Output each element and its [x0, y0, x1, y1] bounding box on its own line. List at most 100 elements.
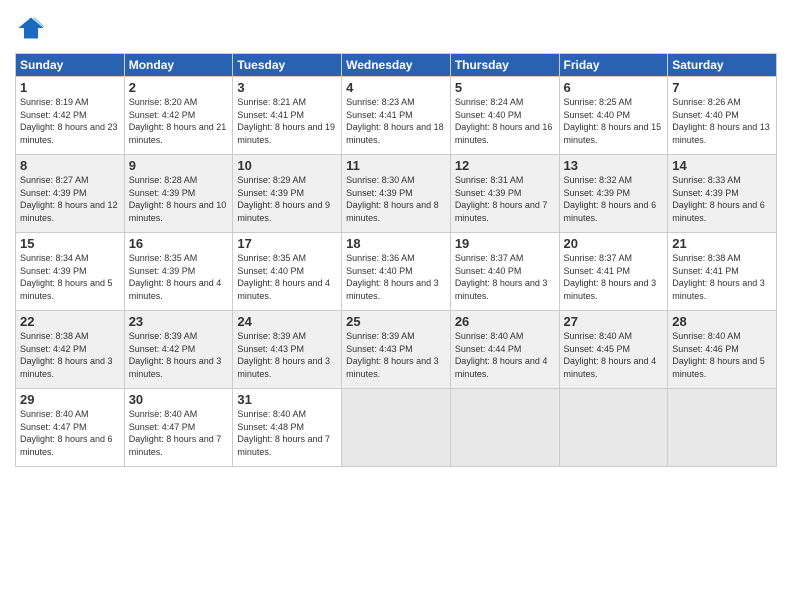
calendar-cell: 13 Sunrise: 8:32 AM Sunset: 4:39 PM Dayl…	[559, 155, 668, 233]
day-number: 23	[129, 314, 229, 329]
calendar-cell: 7 Sunrise: 8:26 AM Sunset: 4:40 PM Dayli…	[668, 77, 777, 155]
week-row-4: 22 Sunrise: 8:38 AM Sunset: 4:42 PM Dayl…	[16, 311, 777, 389]
day-header-monday: Monday	[124, 54, 233, 77]
day-info: Sunrise: 8:40 AM Sunset: 4:47 PM Dayligh…	[20, 408, 120, 458]
calendar-cell: 12 Sunrise: 8:31 AM Sunset: 4:39 PM Dayl…	[450, 155, 559, 233]
day-number: 16	[129, 236, 229, 251]
day-header-thursday: Thursday	[450, 54, 559, 77]
calendar-cell: 24 Sunrise: 8:39 AM Sunset: 4:43 PM Dayl…	[233, 311, 342, 389]
day-number: 22	[20, 314, 120, 329]
day-info: Sunrise: 8:35 AM Sunset: 4:40 PM Dayligh…	[237, 252, 337, 302]
day-info: Sunrise: 8:40 AM Sunset: 4:45 PM Dayligh…	[564, 330, 664, 380]
day-number: 18	[346, 236, 446, 251]
calendar-cell: 25 Sunrise: 8:39 AM Sunset: 4:43 PM Dayl…	[342, 311, 451, 389]
logo	[15, 14, 45, 47]
day-info: Sunrise: 8:33 AM Sunset: 4:39 PM Dayligh…	[672, 174, 772, 224]
logo-icon	[17, 14, 45, 42]
calendar-cell: 3 Sunrise: 8:21 AM Sunset: 4:41 PM Dayli…	[233, 77, 342, 155]
day-number: 19	[455, 236, 555, 251]
day-number: 10	[237, 158, 337, 173]
calendar-cell	[342, 389, 451, 467]
header	[15, 10, 777, 47]
day-info: Sunrise: 8:19 AM Sunset: 4:42 PM Dayligh…	[20, 96, 120, 146]
day-info: Sunrise: 8:30 AM Sunset: 4:39 PM Dayligh…	[346, 174, 446, 224]
calendar-cell: 1 Sunrise: 8:19 AM Sunset: 4:42 PM Dayli…	[16, 77, 125, 155]
calendar-cell: 30 Sunrise: 8:40 AM Sunset: 4:47 PM Dayl…	[124, 389, 233, 467]
calendar-header-row: SundayMondayTuesdayWednesdayThursdayFrid…	[16, 54, 777, 77]
day-info: Sunrise: 8:20 AM Sunset: 4:42 PM Dayligh…	[129, 96, 229, 146]
week-row-2: 8 Sunrise: 8:27 AM Sunset: 4:39 PM Dayli…	[16, 155, 777, 233]
calendar-cell: 16 Sunrise: 8:35 AM Sunset: 4:39 PM Dayl…	[124, 233, 233, 311]
day-info: Sunrise: 8:39 AM Sunset: 4:43 PM Dayligh…	[237, 330, 337, 380]
day-number: 13	[564, 158, 664, 173]
day-header-sunday: Sunday	[16, 54, 125, 77]
day-header-friday: Friday	[559, 54, 668, 77]
day-number: 17	[237, 236, 337, 251]
day-number: 20	[564, 236, 664, 251]
week-row-1: 1 Sunrise: 8:19 AM Sunset: 4:42 PM Dayli…	[16, 77, 777, 155]
day-info: Sunrise: 8:29 AM Sunset: 4:39 PM Dayligh…	[237, 174, 337, 224]
calendar-cell	[450, 389, 559, 467]
day-info: Sunrise: 8:39 AM Sunset: 4:42 PM Dayligh…	[129, 330, 229, 380]
calendar-cell: 23 Sunrise: 8:39 AM Sunset: 4:42 PM Dayl…	[124, 311, 233, 389]
day-number: 31	[237, 392, 337, 407]
day-info: Sunrise: 8:38 AM Sunset: 4:42 PM Dayligh…	[20, 330, 120, 380]
day-info: Sunrise: 8:40 AM Sunset: 4:46 PM Dayligh…	[672, 330, 772, 380]
calendar-cell: 2 Sunrise: 8:20 AM Sunset: 4:42 PM Dayli…	[124, 77, 233, 155]
day-info: Sunrise: 8:37 AM Sunset: 4:41 PM Dayligh…	[564, 252, 664, 302]
calendar-cell: 19 Sunrise: 8:37 AM Sunset: 4:40 PM Dayl…	[450, 233, 559, 311]
day-info: Sunrise: 8:34 AM Sunset: 4:39 PM Dayligh…	[20, 252, 120, 302]
calendar-cell: 5 Sunrise: 8:24 AM Sunset: 4:40 PM Dayli…	[450, 77, 559, 155]
day-info: Sunrise: 8:40 AM Sunset: 4:47 PM Dayligh…	[129, 408, 229, 458]
day-info: Sunrise: 8:31 AM Sunset: 4:39 PM Dayligh…	[455, 174, 555, 224]
day-info: Sunrise: 8:40 AM Sunset: 4:48 PM Dayligh…	[237, 408, 337, 458]
day-number: 3	[237, 80, 337, 95]
calendar-cell: 8 Sunrise: 8:27 AM Sunset: 4:39 PM Dayli…	[16, 155, 125, 233]
day-number: 24	[237, 314, 337, 329]
day-number: 30	[129, 392, 229, 407]
day-number: 27	[564, 314, 664, 329]
calendar-cell: 9 Sunrise: 8:28 AM Sunset: 4:39 PM Dayli…	[124, 155, 233, 233]
day-info: Sunrise: 8:21 AM Sunset: 4:41 PM Dayligh…	[237, 96, 337, 146]
day-number: 1	[20, 80, 120, 95]
day-info: Sunrise: 8:37 AM Sunset: 4:40 PM Dayligh…	[455, 252, 555, 302]
day-info: Sunrise: 8:35 AM Sunset: 4:39 PM Dayligh…	[129, 252, 229, 302]
day-info: Sunrise: 8:25 AM Sunset: 4:40 PM Dayligh…	[564, 96, 664, 146]
calendar-cell: 6 Sunrise: 8:25 AM Sunset: 4:40 PM Dayli…	[559, 77, 668, 155]
day-number: 6	[564, 80, 664, 95]
day-number: 26	[455, 314, 555, 329]
calendar-cell: 29 Sunrise: 8:40 AM Sunset: 4:47 PM Dayl…	[16, 389, 125, 467]
calendar-cell	[668, 389, 777, 467]
day-number: 7	[672, 80, 772, 95]
calendar-cell	[559, 389, 668, 467]
calendar-cell: 20 Sunrise: 8:37 AM Sunset: 4:41 PM Dayl…	[559, 233, 668, 311]
day-number: 4	[346, 80, 446, 95]
day-info: Sunrise: 8:27 AM Sunset: 4:39 PM Dayligh…	[20, 174, 120, 224]
calendar-cell: 31 Sunrise: 8:40 AM Sunset: 4:48 PM Dayl…	[233, 389, 342, 467]
day-number: 12	[455, 158, 555, 173]
week-row-3: 15 Sunrise: 8:34 AM Sunset: 4:39 PM Dayl…	[16, 233, 777, 311]
day-info: Sunrise: 8:23 AM Sunset: 4:41 PM Dayligh…	[346, 96, 446, 146]
day-number: 29	[20, 392, 120, 407]
calendar-cell: 14 Sunrise: 8:33 AM Sunset: 4:39 PM Dayl…	[668, 155, 777, 233]
day-number: 2	[129, 80, 229, 95]
day-number: 21	[672, 236, 772, 251]
day-info: Sunrise: 8:26 AM Sunset: 4:40 PM Dayligh…	[672, 96, 772, 146]
day-info: Sunrise: 8:36 AM Sunset: 4:40 PM Dayligh…	[346, 252, 446, 302]
calendar-cell: 27 Sunrise: 8:40 AM Sunset: 4:45 PM Dayl…	[559, 311, 668, 389]
calendar-table: SundayMondayTuesdayWednesdayThursdayFrid…	[15, 53, 777, 467]
day-info: Sunrise: 8:39 AM Sunset: 4:43 PM Dayligh…	[346, 330, 446, 380]
day-number: 9	[129, 158, 229, 173]
calendar-cell: 18 Sunrise: 8:36 AM Sunset: 4:40 PM Dayl…	[342, 233, 451, 311]
day-number: 14	[672, 158, 772, 173]
day-info: Sunrise: 8:24 AM Sunset: 4:40 PM Dayligh…	[455, 96, 555, 146]
day-number: 25	[346, 314, 446, 329]
day-number: 5	[455, 80, 555, 95]
calendar-cell: 15 Sunrise: 8:34 AM Sunset: 4:39 PM Dayl…	[16, 233, 125, 311]
day-header-saturday: Saturday	[668, 54, 777, 77]
day-number: 15	[20, 236, 120, 251]
calendar-cell: 11 Sunrise: 8:30 AM Sunset: 4:39 PM Dayl…	[342, 155, 451, 233]
day-number: 8	[20, 158, 120, 173]
calendar-cell: 17 Sunrise: 8:35 AM Sunset: 4:40 PM Dayl…	[233, 233, 342, 311]
day-info: Sunrise: 8:28 AM Sunset: 4:39 PM Dayligh…	[129, 174, 229, 224]
